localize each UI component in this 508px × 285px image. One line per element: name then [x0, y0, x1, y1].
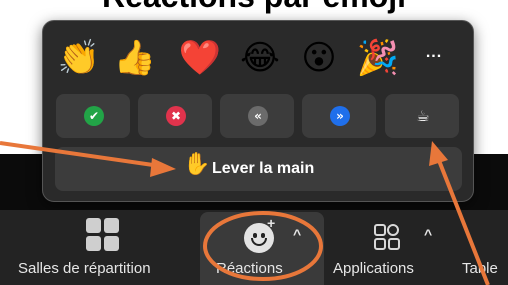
- reactions-highlight-circle: [203, 211, 323, 281]
- arrow-to-coffee: [436, 157, 490, 285]
- arrowhead-coffee: [429, 141, 448, 166]
- annotation-overlay: [0, 141, 490, 285]
- arrowhead-raise-hand: [150, 158, 176, 177]
- arrow-to-raise-hand: [0, 141, 161, 168]
